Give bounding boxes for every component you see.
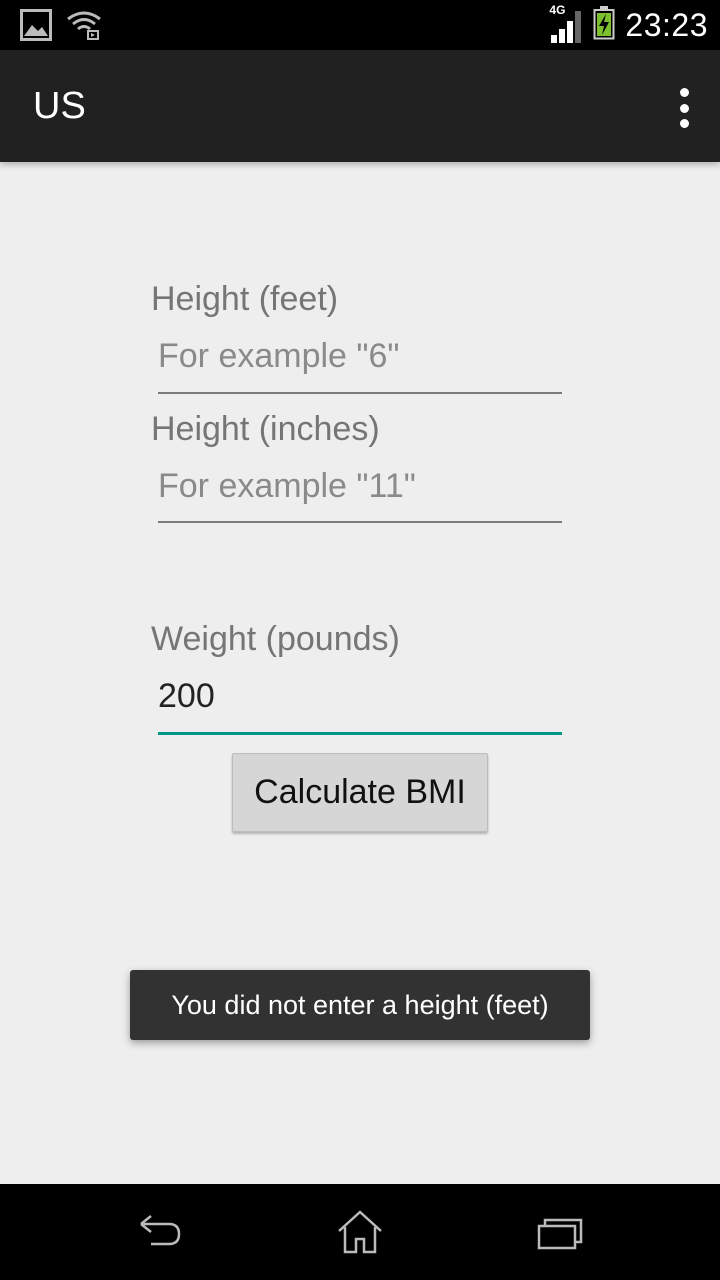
height-inches-underline [158, 521, 562, 523]
recent-apps-icon[interactable] [520, 1202, 600, 1262]
signal-icon: 4G [549, 3, 583, 45]
toast-message: You did not enter a height (feet) [130, 970, 590, 1040]
status-bar: 4G 23:23 [0, 0, 720, 50]
wifi-cast-icon [66, 9, 102, 45]
height-inches-input[interactable] [158, 458, 562, 514]
status-time: 23:23 [625, 6, 708, 43]
weight-pounds-underline [158, 732, 562, 735]
height-feet-label: Height (feet) [151, 280, 339, 318]
action-bar-title: US [33, 85, 86, 127]
battery-charging-icon [593, 6, 615, 44]
calculate-bmi-button[interactable]: Calculate BMI [232, 753, 488, 832]
action-bar: US [0, 50, 720, 162]
height-inches-label: Height (inches) [151, 410, 380, 448]
height-feet-underline [158, 392, 562, 394]
home-icon[interactable] [320, 1202, 400, 1262]
navigation-bar [0, 1184, 720, 1280]
weight-pounds-input[interactable] [158, 668, 562, 724]
back-icon[interactable] [120, 1202, 200, 1262]
weight-pounds-label: Weight (pounds) [151, 620, 400, 658]
overflow-menu-icon[interactable] [670, 88, 698, 128]
image-notification-icon [20, 9, 52, 45]
height-feet-input[interactable] [158, 328, 562, 384]
